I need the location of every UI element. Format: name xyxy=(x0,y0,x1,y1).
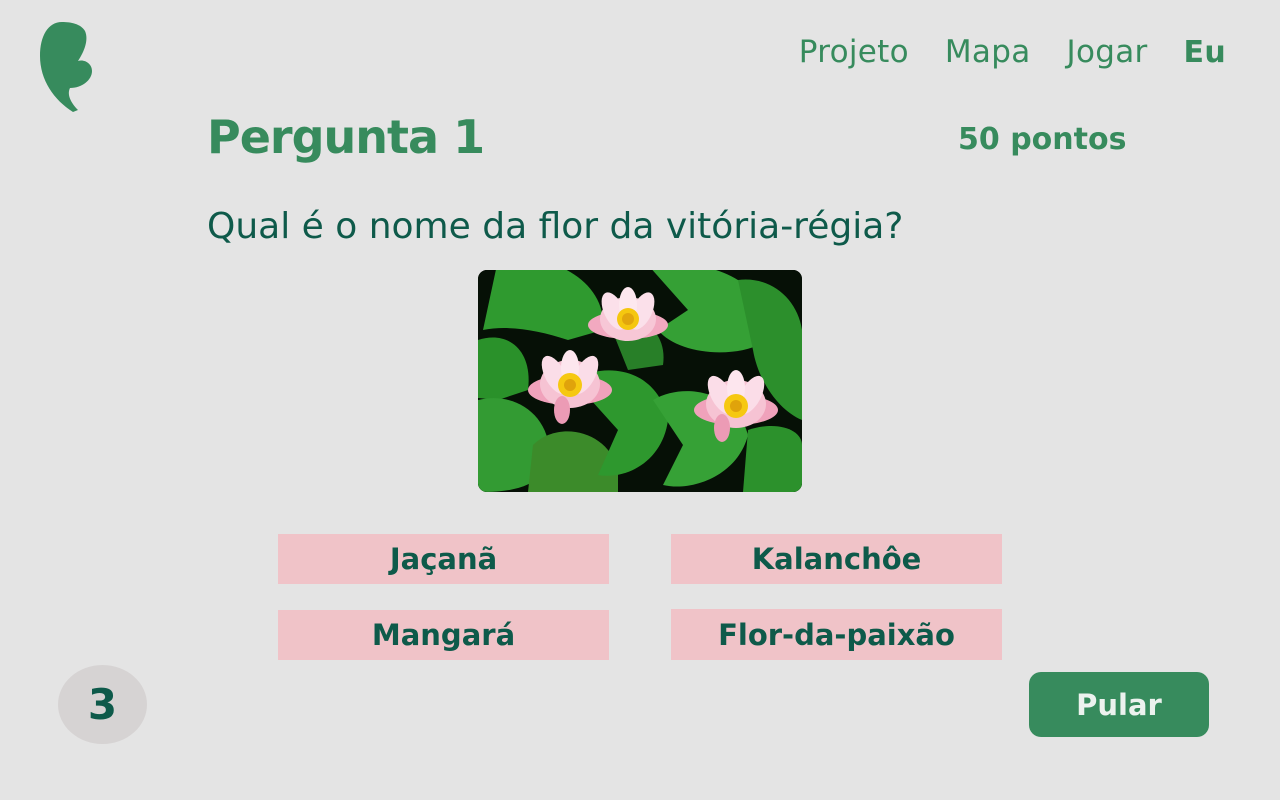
points-label: 50 pontos xyxy=(958,122,1127,157)
question-text: Qual é o nome da flor da vitória-régia? xyxy=(207,206,904,247)
main-nav: Projeto Mapa Jogar Eu xyxy=(799,34,1226,70)
answer-option-4[interactable]: Flor-da-paixão xyxy=(671,609,1002,660)
nav-eu-link[interactable]: Eu xyxy=(1184,35,1226,70)
water-lily-photo xyxy=(478,270,802,492)
question-title: Pergunta 1 xyxy=(207,110,485,164)
answer-option-1[interactable]: Jaçanã xyxy=(278,534,609,584)
quiz-screen: Projeto Mapa Jogar Eu Pergunta 1 50 pont… xyxy=(0,0,1280,800)
water-lily-illustration xyxy=(478,270,802,492)
answer-option-2[interactable]: Kalanchôe xyxy=(671,534,1002,584)
leaf-logo-icon[interactable] xyxy=(40,22,94,114)
answer-option-3[interactable]: Mangará xyxy=(278,610,609,660)
nav-projeto-link[interactable]: Projeto xyxy=(799,34,909,70)
nav-jogar-link[interactable]: Jogar xyxy=(1067,34,1148,70)
nav-mapa-link[interactable]: Mapa xyxy=(945,34,1031,70)
countdown-badge: 3 xyxy=(58,665,147,744)
skip-button[interactable]: Pular xyxy=(1029,672,1209,737)
